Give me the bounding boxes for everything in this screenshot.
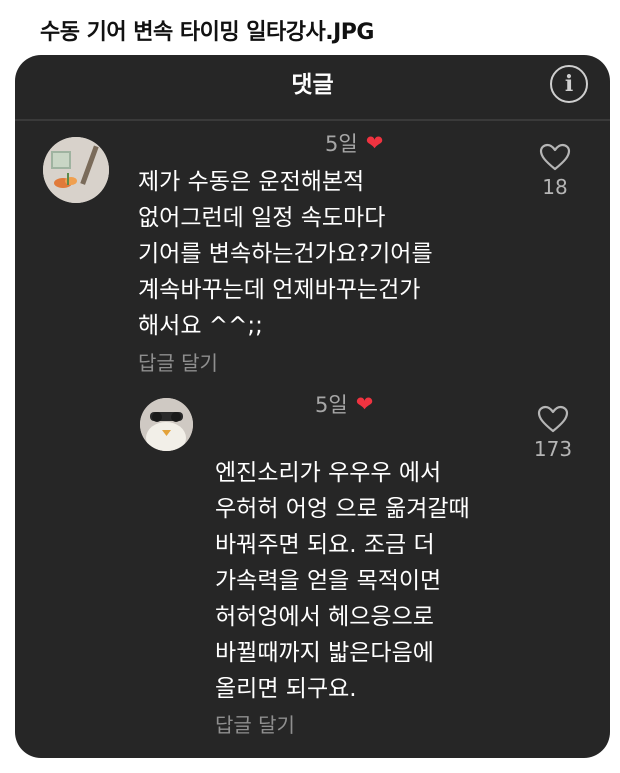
like-count: 18 — [542, 175, 568, 199]
comments-panel: 댓글 i 5일 ❤ 제가 수동은 운전해본적 없어그런데 일정 속도마다 기어를… — [15, 55, 610, 758]
heart-outline-icon — [537, 405, 569, 433]
avatar[interactable] — [140, 398, 193, 451]
time-label: 5일 — [325, 132, 358, 156]
panel-header: 댓글 i — [15, 55, 610, 113]
image-caption: 수동 기어 변속 타이밍 일타강사.JPG — [40, 20, 374, 45]
heart-filled-icon: ❤ — [365, 131, 384, 155]
reply-button[interactable]: 답글 달기 — [215, 709, 295, 738]
panel-title: 댓글 — [291, 72, 334, 98]
comment-time: 5일 ❤ — [315, 389, 373, 419]
comment-body: 제가 수동은 운전해본적 없어그런데 일정 속도마다 기어를 변속하는건가요?기… — [138, 169, 433, 339]
comment-time: 5일 ❤ — [325, 128, 383, 158]
heart-filled-icon: ❤ — [355, 392, 374, 416]
heart-outline-icon — [539, 143, 571, 171]
reply-button[interactable]: 답글 달기 — [138, 347, 218, 376]
header-divider — [15, 119, 610, 121]
like-button[interactable]: 173 — [528, 405, 578, 461]
avatar[interactable] — [43, 137, 109, 203]
like-button[interactable]: 18 — [530, 143, 580, 199]
time-label: 5일 — [315, 393, 348, 417]
like-count: 173 — [533, 437, 573, 461]
info-icon[interactable]: i — [550, 65, 588, 103]
comment-body: 엔진소리가 우우우 에서 우허허 어엉 으로 옮겨갈때 바꿔주면 되요. 조금 … — [215, 460, 470, 702]
